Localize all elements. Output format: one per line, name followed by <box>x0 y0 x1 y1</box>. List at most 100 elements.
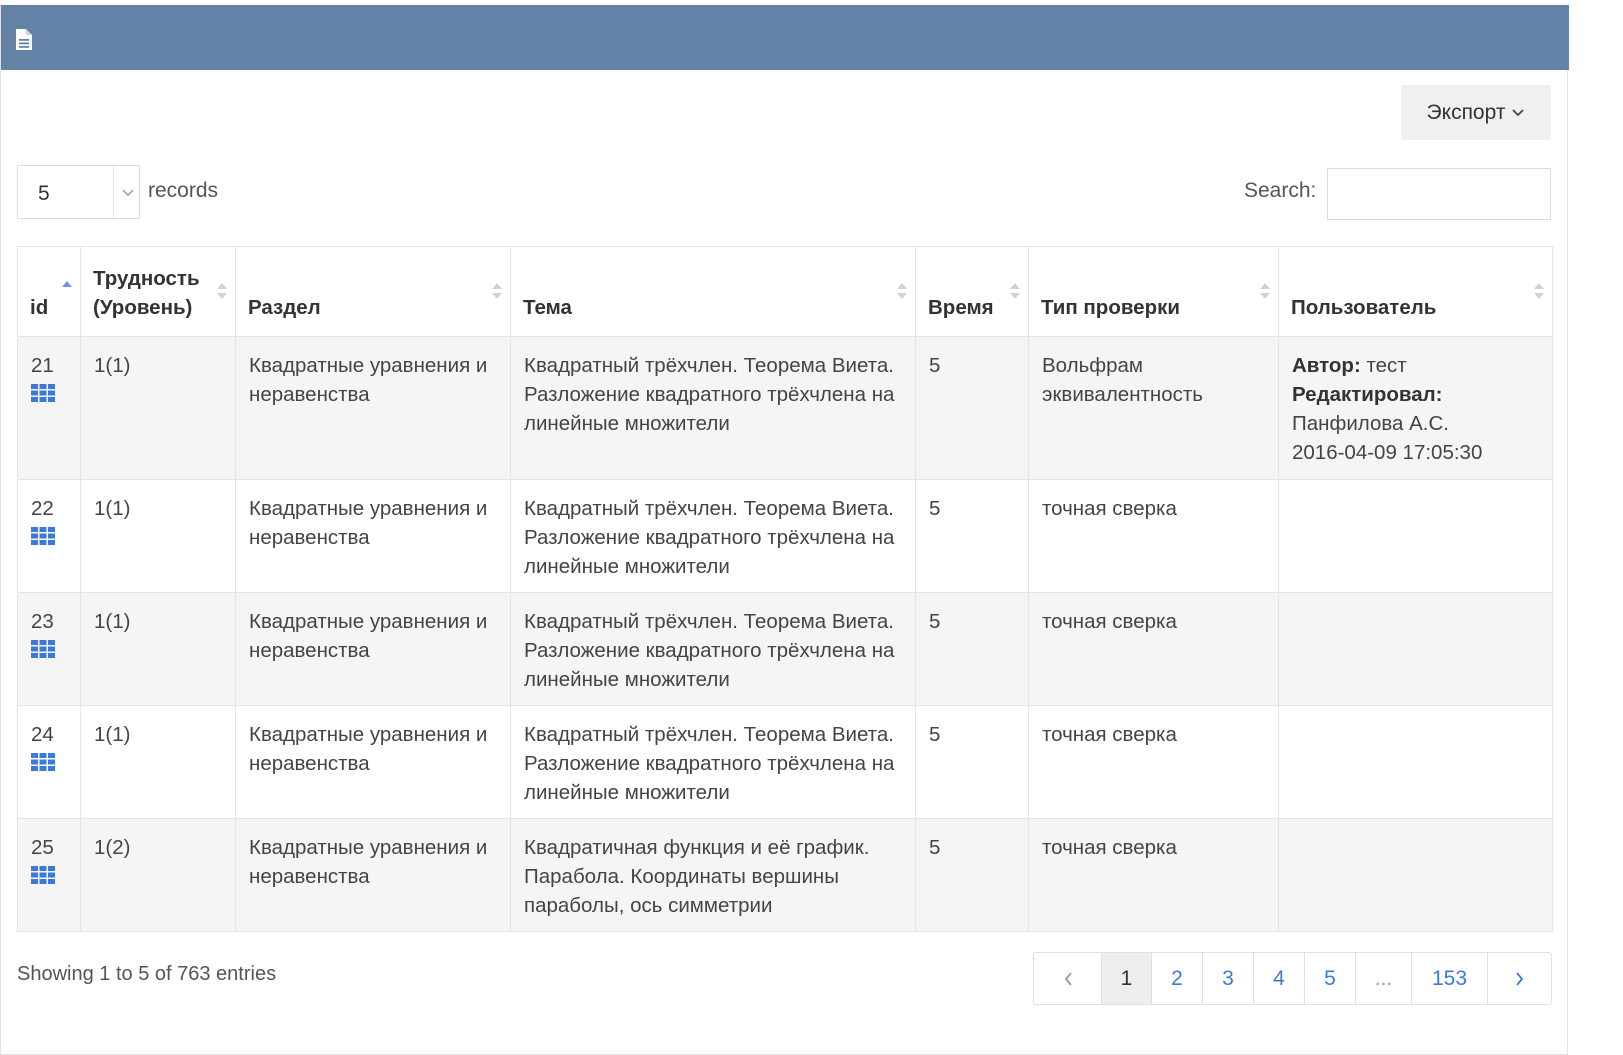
pagination-page[interactable]: 5 <box>1304 953 1355 1004</box>
select-divider <box>113 166 114 218</box>
row-id: 25 <box>31 836 54 859</box>
pagination-ellipsis: ... <box>1355 953 1411 1004</box>
cell-difficulty: 1(2) <box>80 818 236 932</box>
row-id: 24 <box>31 723 54 746</box>
grid-icon[interactable] <box>31 866 55 884</box>
cell-check-type: Вольфрам эквивалентность <box>1028 336 1279 480</box>
cell-user <box>1278 592 1553 706</box>
sort-icon <box>1260 283 1270 299</box>
export-label: Экспорт <box>1426 100 1506 124</box>
grid-icon[interactable] <box>31 640 55 658</box>
cell-time: 5 <box>915 336 1029 480</box>
column-header-label: Время <box>928 296 994 319</box>
chevron-left-icon <box>1064 971 1072 986</box>
cell-section: Квадратные уравнения и неравенства <box>235 705 511 819</box>
column-header-label: Пользователь <box>1291 296 1437 319</box>
records-per-page-value: 5 <box>38 182 50 205</box>
cell-check-type: точная сверка <box>1028 592 1279 706</box>
pagination-page[interactable]: 2 <box>1151 953 1202 1004</box>
cell-user: Автор: тест Редактировал: Панфилова А.С.… <box>1278 336 1553 480</box>
table-row: 22 1(1) Квадратные уравнения и неравенст… <box>17 479 1553 593</box>
column-header-section[interactable]: Раздел <box>235 246 511 337</box>
pagination-page[interactable]: 3 <box>1202 953 1253 1004</box>
cell-topic: Квадратный трёхчлен. Теорема Виета. Разл… <box>510 592 916 706</box>
cell-section: Квадратные уравнения и неравенства <box>235 592 511 706</box>
cell-time: 5 <box>915 705 1029 819</box>
panel-header <box>1 5 1569 70</box>
table-row: 23 1(1) Квадратные уравнения и неравенст… <box>17 592 1553 706</box>
export-button[interactable]: Экспорт <box>1401 85 1551 140</box>
search-input[interactable] <box>1327 168 1551 220</box>
data-table: id Трудность (Уровень) Раздел Тема Время <box>17 246 1553 932</box>
row-id: 22 <box>31 497 54 520</box>
grid-icon[interactable] <box>31 384 55 402</box>
pagination-previous[interactable] <box>1034 953 1101 1004</box>
cell-section: Квадратные уравнения и неравенства <box>235 818 511 932</box>
row-id: 21 <box>31 354 54 377</box>
column-header-label: Трудность (Уровень) <box>93 267 200 319</box>
sort-icon <box>217 283 227 299</box>
cell-topic: Квадратный трёхчлен. Теорема Виета. Разл… <box>510 336 916 480</box>
cell-difficulty: 1(1) <box>80 592 236 706</box>
cell-id: 24 <box>17 705 81 819</box>
editor-name: Панфилова А.С. <box>1292 412 1449 435</box>
pagination-page[interactable]: 153 <box>1411 953 1487 1004</box>
grid-icon[interactable] <box>31 527 55 545</box>
sort-icon <box>492 283 502 299</box>
cell-section: Квадратные уравнения и неравенства <box>235 336 511 480</box>
author-label: Автор: <box>1292 354 1361 377</box>
search-label: Search: <box>1244 179 1317 202</box>
cell-check-type: точная сверка <box>1028 818 1279 932</box>
column-header-id[interactable]: id <box>17 246 81 337</box>
cell-topic: Квадратный трёхчлен. Теорема Виета. Разл… <box>510 705 916 819</box>
cell-topic: Квадратный трёхчлен. Теорема Виета. Разл… <box>510 479 916 593</box>
column-header-user[interactable]: Пользователь <box>1278 246 1553 337</box>
column-header-label: Тема <box>523 296 572 319</box>
table-header-row: id Трудность (Уровень) Раздел Тема Время <box>17 246 1553 337</box>
column-header-difficulty[interactable]: Трудность (Уровень) <box>80 246 236 337</box>
column-header-label: Тип проверки <box>1041 296 1180 319</box>
sort-icon <box>1534 283 1544 299</box>
cell-time: 5 <box>915 592 1029 706</box>
grid-icon[interactable] <box>31 753 55 771</box>
cell-id: 21 <box>17 336 81 480</box>
table-row: 21 1(1) Квадратные уравнения и неравенст… <box>17 336 1553 480</box>
pagination-page[interactable]: 1 <box>1101 953 1151 1004</box>
records-per-page-select[interactable]: 5 <box>17 165 140 219</box>
column-header-topic[interactable]: Тема <box>510 246 916 337</box>
sort-icon <box>1010 283 1020 299</box>
column-header-check-type[interactable]: Тип проверки <box>1028 246 1279 337</box>
cell-user <box>1278 818 1553 932</box>
records-label: records <box>148 179 219 202</box>
column-header-label: Раздел <box>248 296 321 319</box>
chevron-right-icon <box>1515 971 1523 986</box>
cell-time: 5 <box>915 479 1029 593</box>
table-row: 24 1(1) Квадратные уравнения и неравенст… <box>17 705 1553 819</box>
cell-difficulty: 1(1) <box>80 705 236 819</box>
cell-section: Квадратные уравнения и неравенства <box>235 479 511 593</box>
cell-check-type: точная сверка <box>1028 479 1279 593</box>
cell-user <box>1278 705 1553 819</box>
cell-topic: Квадратичная функция и её график. Парабо… <box>510 818 916 932</box>
cell-check-type: точная сверка <box>1028 705 1279 819</box>
cell-time: 5 <box>915 818 1029 932</box>
table-row: 25 1(2) Квадратные уравнения и неравенст… <box>17 818 1553 932</box>
table-info: Showing 1 to 5 of 763 entries <box>17 963 277 985</box>
cell-id: 22 <box>17 479 81 593</box>
column-header-time[interactable]: Время <box>915 246 1029 337</box>
cell-id: 25 <box>17 818 81 932</box>
row-id: 23 <box>31 610 54 633</box>
column-header-label: id <box>30 296 49 319</box>
sort-icon <box>897 283 907 299</box>
pagination-page[interactable]: 4 <box>1253 953 1304 1004</box>
pagination-next[interactable] <box>1487 953 1551 1004</box>
cell-id: 23 <box>17 592 81 706</box>
edited-timestamp: 2016-04-09 17:05:30 <box>1292 441 1483 464</box>
pagination: 1 2 3 4 5 ... 153 <box>1033 952 1552 1005</box>
chevron-down-icon <box>122 189 134 197</box>
file-text-icon <box>16 29 32 50</box>
chevron-down-icon <box>1512 108 1525 116</box>
editor-label: Редактировал: <box>1292 383 1443 406</box>
panel: Экспорт 5 records Search: id Трудность (… <box>0 5 1569 1055</box>
cell-user <box>1278 479 1553 593</box>
